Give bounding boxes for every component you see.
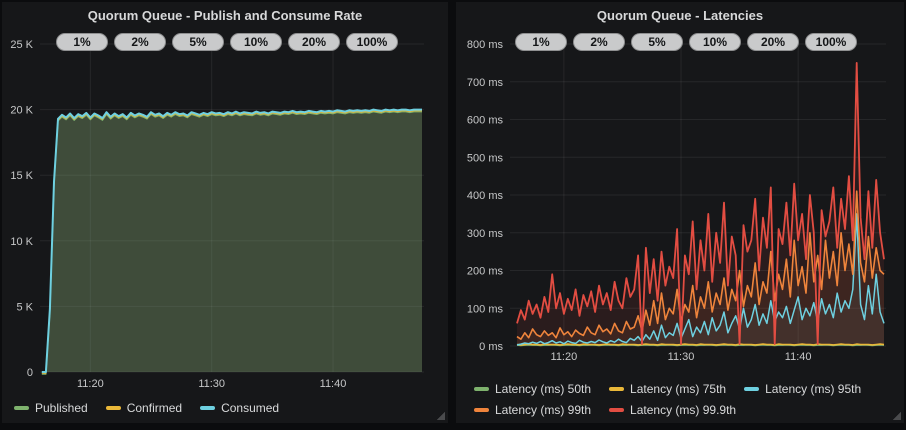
annotation-pill-2pct[interactable]: 2% xyxy=(114,33,166,51)
legend-label: Latency (ms) 75th xyxy=(630,382,726,396)
legend-item-latency-ms-99.9th[interactable]: Latency (ms) 99.9th xyxy=(609,403,736,417)
legend-label: Latency (ms) 50th xyxy=(495,382,591,396)
y-axis-label: 800 ms xyxy=(467,39,504,51)
legend-swatch-icon xyxy=(474,408,489,412)
legend-item-latency-ms-99th[interactable]: Latency (ms) 99th xyxy=(474,403,591,417)
legend-label: Latency (ms) 95th xyxy=(765,382,861,396)
x-axis-label: 11:40 xyxy=(320,378,347,390)
legend-label: Latency (ms) 99.9th xyxy=(630,403,736,417)
y-axis-label: 25 K xyxy=(10,39,33,51)
legend-label: Confirmed xyxy=(127,401,182,415)
legend-swatch-icon xyxy=(106,406,121,410)
chart-legend: Latency (ms) 50th Latency (ms) 75th Latenc… xyxy=(474,382,861,417)
annotation-pill-20pct[interactable]: 20% xyxy=(747,33,799,51)
annotation-pill-10pct[interactable]: 10% xyxy=(689,33,741,51)
legend-swatch-icon xyxy=(744,387,759,391)
legend-swatch-icon xyxy=(200,406,215,410)
y-axis-label: 0 ms xyxy=(479,341,503,353)
legend-item-published[interactable]: Published xyxy=(14,401,88,415)
x-axis-label: 11:20 xyxy=(551,351,578,363)
legend-swatch-icon xyxy=(609,387,624,391)
annotation-pill-5pct[interactable]: 5% xyxy=(172,33,224,51)
annotation-pill-100pct[interactable]: 100% xyxy=(805,33,857,51)
legend-swatch-icon xyxy=(474,387,489,391)
legend-label: Published xyxy=(35,401,88,415)
y-axis-label: 15 K xyxy=(10,170,33,182)
panel-publish-consume-rate: Quorum Queue - Publish and Consume Rate … xyxy=(2,2,448,423)
annotation-pill-5pct[interactable]: 5% xyxy=(631,33,683,51)
legend-item-latency-ms-95th[interactable]: Latency (ms) 95th xyxy=(744,382,861,396)
legend-label: Consumed xyxy=(221,401,279,415)
legend-item-latency-ms-50th[interactable]: Latency (ms) 50th xyxy=(474,382,591,396)
legend-swatch-icon xyxy=(14,406,29,410)
series-line-2 xyxy=(517,344,884,345)
legend-label: Latency (ms) 99th xyxy=(495,403,591,417)
y-axis-label: 100 ms xyxy=(467,303,504,315)
x-axis-label: 11:30 xyxy=(668,351,695,363)
x-axis-label: 11:30 xyxy=(198,378,225,390)
annotation-pill-row: 1% 2% 5% 10% 20% 100% xyxy=(56,33,398,51)
y-axis-label: 700 ms xyxy=(467,77,504,89)
annotation-pill-1pct[interactable]: 1% xyxy=(515,33,567,51)
annotation-pill-row: 1% 2% 5% 10% 20% 100% xyxy=(515,33,857,51)
panel-resize-handle[interactable] xyxy=(437,412,445,420)
annotation-pill-20pct[interactable]: 20% xyxy=(288,33,340,51)
x-axis-label: 11:20 xyxy=(77,378,104,390)
x-axis-label: 11:40 xyxy=(785,351,812,363)
legend-item-latency-ms-75th[interactable]: Latency (ms) 75th xyxy=(609,382,726,396)
publish-consume-chart[interactable]: 25 K 20 K 15 K 10 K 5 K 0 11:20 11:30 11:40 xyxy=(2,2,448,423)
grafana-dashboard: Quorum Queue - Publish and Consume Rate … xyxy=(0,0,906,430)
latencies-chart[interactable]: 800 ms 700 ms 600 ms 500 ms 400 ms 300 ms 200 … xyxy=(456,2,904,423)
y-axis-label: 10 K xyxy=(10,236,33,248)
y-axis-label: 500 ms xyxy=(467,152,504,164)
annotation-pill-1pct[interactable]: 1% xyxy=(56,33,108,51)
y-axis-label: 0 xyxy=(27,367,33,379)
legend-item-confirmed[interactable]: Confirmed xyxy=(106,401,182,415)
y-axis-label: 5 K xyxy=(16,301,33,313)
panel-resize-handle[interactable] xyxy=(893,412,901,420)
legend-swatch-icon xyxy=(609,408,624,412)
y-axis-label: 400 ms xyxy=(467,190,504,202)
annotation-pill-10pct[interactable]: 10% xyxy=(230,33,282,51)
series-fill-3 xyxy=(42,110,422,372)
annotation-pill-2pct[interactable]: 2% xyxy=(573,33,625,51)
y-axis-label: 20 K xyxy=(10,105,33,117)
annotation-pill-100pct[interactable]: 100% xyxy=(346,33,398,51)
chart-legend: Published Confirmed Consumed xyxy=(14,401,279,415)
legend-item-consumed[interactable]: Consumed xyxy=(200,401,279,415)
y-axis-label: 200 ms xyxy=(467,266,504,278)
y-axis-label: 600 ms xyxy=(467,115,504,127)
y-axis-label: 300 ms xyxy=(467,228,504,240)
panel-latencies: Quorum Queue - Latencies 800 ms700 ms600… xyxy=(456,2,904,423)
